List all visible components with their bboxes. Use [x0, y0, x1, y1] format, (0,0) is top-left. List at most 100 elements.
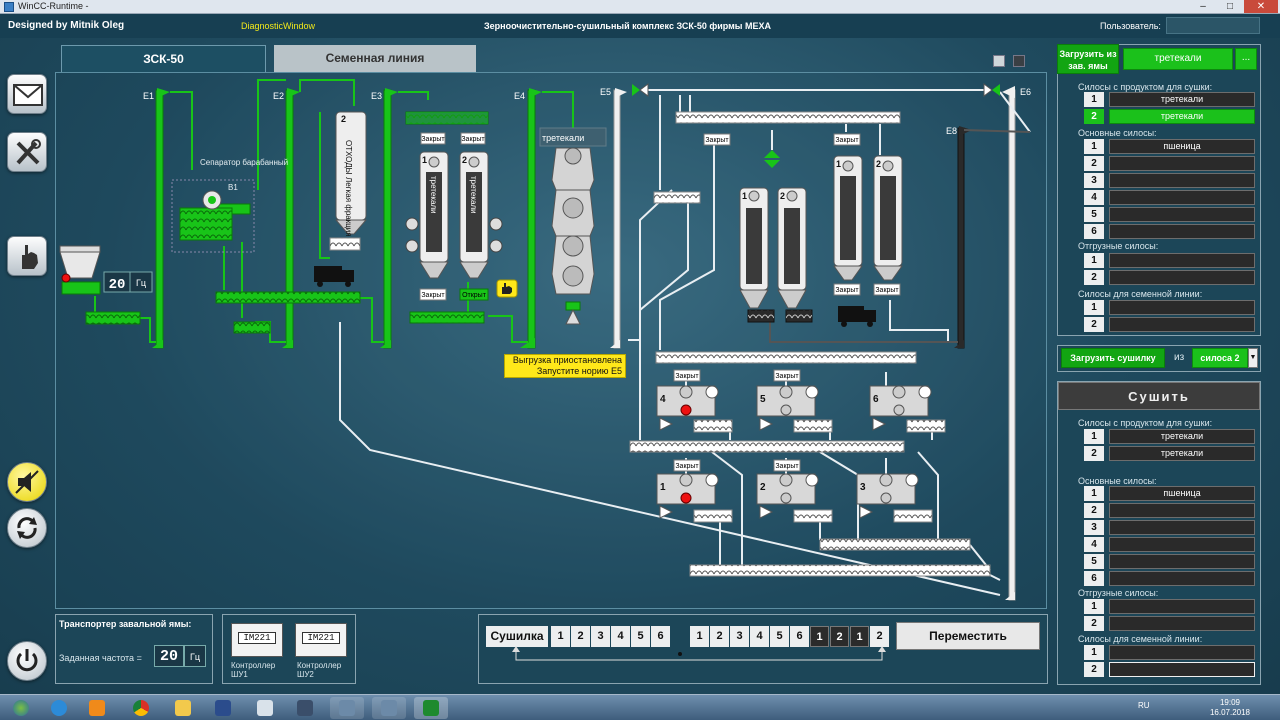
chevron-down-icon[interactable]: ▼ [1248, 348, 1258, 368]
elevator-e3[interactable] [380, 88, 398, 349]
pit-main-silos-value-3[interactable] [1109, 173, 1255, 188]
bin-6[interactable] [869, 385, 946, 433]
route-target-7[interactable]: 1 [810, 626, 829, 647]
bin-5[interactable] [756, 385, 833, 433]
route-source-6[interactable]: 6 [651, 626, 670, 647]
dry-button[interactable]: Сушить [1058, 382, 1260, 410]
app-taskbar-icon[interactable] [288, 697, 322, 719]
bin-4[interactable] [656, 385, 733, 433]
silo-left-2[interactable] [459, 151, 489, 279]
dry-main-silos-value-4[interactable] [1109, 537, 1255, 552]
elevator-e4[interactable] [520, 88, 542, 349]
clock-time[interactable]: 19:09 [1202, 698, 1258, 707]
elevator-e6[interactable] [1002, 86, 1016, 601]
conveyor-pit-top[interactable] [61, 281, 101, 295]
manual-hand-icon[interactable] [496, 279, 518, 298]
silo-right-1[interactable] [739, 187, 769, 309]
chrome-taskbar-icon[interactable] [124, 697, 158, 719]
bin-2[interactable] [756, 473, 833, 523]
pit-main-silos-value-4[interactable] [1109, 190, 1255, 205]
dry-seed-silos-value-1[interactable] [1109, 645, 1255, 660]
route-source-2[interactable]: 2 [571, 626, 590, 647]
elevator-e1[interactable] [152, 88, 170, 349]
warning-line-1: Выгрузка приостановлена [512, 355, 622, 365]
media-taskbar-icon[interactable] [80, 697, 114, 719]
start-button[interactable] [4, 697, 38, 719]
dry-ship-silos-value-2[interactable] [1109, 616, 1255, 631]
load-dryer-button[interactable]: Загрузить сушилку [1061, 348, 1165, 368]
dry-main-silos-value-1[interactable]: пшеница [1109, 486, 1255, 501]
network-taskbar-icon[interactable] [248, 697, 282, 719]
dryer-tower[interactable] [539, 127, 607, 325]
route-target-6[interactable]: 6 [790, 626, 809, 647]
pit-product-silos-value-1[interactable]: третекали [1109, 92, 1255, 107]
route-target-9[interactable]: 1 [850, 626, 869, 647]
pit-main-silos-value-2[interactable] [1109, 156, 1255, 171]
dry-product-silos-label: Силосы с продуктом для сушки: [1078, 418, 1213, 428]
pit-product-more-button[interactable]: ... [1235, 48, 1257, 70]
drum-separator[interactable] [171, 179, 255, 253]
wincc-taskbar-icon-1[interactable] [330, 697, 364, 719]
save-taskbar-icon[interactable] [206, 697, 240, 719]
wincc-taskbar-icon-2[interactable] [372, 697, 406, 719]
bin-1-num: 1 [660, 482, 666, 493]
route-target-4[interactable]: 4 [750, 626, 769, 647]
elevator-e8[interactable] [954, 126, 972, 349]
language-indicator[interactable]: RU [1138, 701, 1150, 710]
dry-product-silos-value-2[interactable]: третекали [1109, 446, 1255, 461]
pit-main-silos-value-1[interactable]: пшеница [1109, 139, 1255, 154]
silo-right-2[interactable] [777, 187, 807, 309]
pit-product-field[interactable]: третекали [1123, 48, 1233, 70]
route-target-10[interactable]: 2 [870, 626, 889, 647]
dry-seed-silos-value-2[interactable] [1109, 662, 1255, 677]
dry-main-silos-value-5[interactable] [1109, 554, 1255, 569]
pit-product-silos-value-2[interactable]: третекали [1109, 109, 1255, 124]
gate-bin-2-label: Закрыт [775, 463, 799, 470]
route-source-5[interactable]: 5 [631, 626, 650, 647]
ie-taskbar-icon[interactable] [42, 697, 76, 719]
route-target-1[interactable]: 1 [690, 626, 709, 647]
dry-product-silos-num-2: 2 [1084, 446, 1104, 461]
load-from-pit-button[interactable]: Загрузить из зав. ямы [1057, 44, 1119, 74]
distributor-top[interactable] [632, 83, 649, 97]
route-target-3[interactable]: 3 [730, 626, 749, 647]
conveyor-silo-right-1-coil [748, 310, 774, 322]
distributor-right-top[interactable] [764, 150, 780, 168]
pit-seed-silos-value-1[interactable] [1109, 300, 1255, 315]
route-target-2[interactable]: 2 [710, 626, 729, 647]
route-source-3[interactable]: 3 [591, 626, 610, 647]
pit-main-silos-value-5[interactable] [1109, 207, 1255, 222]
wincc-runtime-taskbar-icon[interactable] [414, 697, 448, 719]
dry-main-silos-value-6[interactable] [1109, 571, 1255, 586]
controller-2-device[interactable]: IM221 [295, 623, 347, 657]
route-source-4[interactable]: 4 [611, 626, 630, 647]
pit-ship-silos-value-1[interactable] [1109, 253, 1255, 268]
bin-3[interactable] [856, 473, 933, 523]
pit-ship-silos-value-2[interactable] [1109, 270, 1255, 285]
load-dryer-source-select[interactable]: силоса 2 [1192, 348, 1248, 368]
bin-1[interactable] [656, 473, 733, 523]
dry-main-silos-value-2[interactable] [1109, 503, 1255, 518]
clock-date[interactable]: 16.07.2018 [1202, 708, 1258, 717]
elevator-e5[interactable] [610, 88, 627, 349]
pit-seed-silos-value-2[interactable] [1109, 317, 1255, 332]
silo-ship-2[interactable] [873, 155, 903, 281]
explorer-taskbar-icon[interactable] [166, 697, 200, 719]
transporter-freq-input[interactable]: 20 [154, 645, 184, 667]
dry-product-silos-value-1[interactable]: третекали [1109, 429, 1255, 444]
elevator-e2[interactable] [282, 88, 300, 349]
distributor-e6[interactable] [983, 83, 1000, 97]
pit-hopper[interactable] [59, 245, 101, 283]
route-target-5[interactable]: 5 [770, 626, 789, 647]
controller-1-device[interactable]: IM221 [231, 623, 283, 657]
silo-ship-1[interactable] [833, 155, 863, 281]
pit-product-silos-num-1: 1 [1084, 92, 1104, 107]
silo-left-1[interactable] [419, 151, 449, 279]
route-source-1[interactable]: 1 [551, 626, 570, 647]
pit-main-silos-value-6[interactable] [1109, 224, 1255, 239]
dry-ship-silos-value-1[interactable] [1109, 599, 1255, 614]
conveyor-main-coil [216, 292, 360, 303]
route-target-8[interactable]: 2 [830, 626, 849, 647]
dry-main-silos-value-3[interactable] [1109, 520, 1255, 535]
move-button[interactable]: Переместить [896, 622, 1040, 650]
